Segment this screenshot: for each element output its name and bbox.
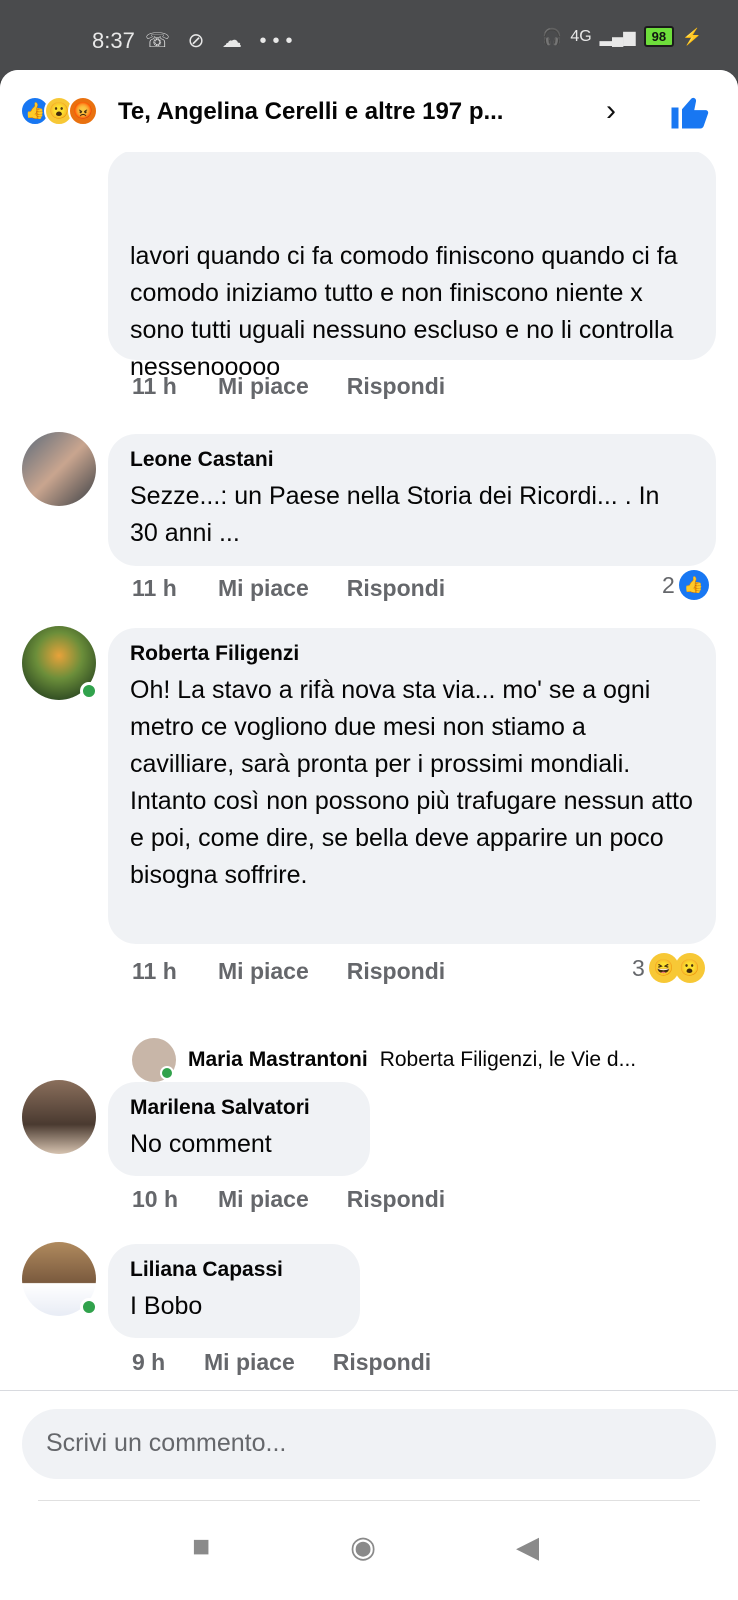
comment-author[interactable]: Liliana Capassi — [130, 1258, 338, 1282]
comment-time: 10 h — [132, 1186, 179, 1212]
comment-bubble[interactable]: Marilena Salvatori No comment — [108, 1082, 370, 1176]
reply-link[interactable]: Rispondi — [347, 1186, 445, 1213]
comment-bubble[interactable]: lavori quando ci fa comodo finiscono qua… — [108, 150, 716, 381]
divider — [38, 1500, 700, 1501]
reaction-number: 2 — [662, 571, 675, 598]
reply-avatar — [132, 1038, 176, 1082]
reply-link[interactable]: Rispondi — [333, 1349, 431, 1376]
wow-reaction-icon: 😮 — [674, 953, 705, 983]
like-link[interactable]: Mi piace — [218, 958, 309, 985]
angry-reaction-icon: 😡 — [68, 96, 98, 126]
battery-icon: 98 — [643, 26, 675, 47]
comment-text: No comment — [130, 1130, 272, 1158]
back-triangle-icon[interactable]: ◀ — [516, 1530, 539, 1565]
reply-author: Maria Mastrantoni — [188, 1048, 368, 1071]
comment-time: 11 h — [132, 373, 177, 399]
comment-author[interactable]: Leone Castani — [130, 448, 694, 472]
reply-preview[interactable]: Maria Mastrantoni Roberta Filigenzi, le … — [132, 1038, 636, 1082]
comment-actions: 9 h Mi piace Rispondi — [132, 1349, 431, 1376]
reply-link[interactable]: Rispondi — [347, 958, 445, 985]
comment-actions: 10 h Mi piace Rispondi — [132, 1186, 445, 1213]
notification-icons: ☏ ⊘ ☁ ••• — [145, 30, 299, 52]
clock: 8:37 — [92, 28, 135, 53]
headphones-icon: 🎧 — [542, 28, 563, 46]
recents-square-icon[interactable]: ■ — [192, 1530, 210, 1564]
comment-text: lavori quando ci fa comodo finiscono qua… — [130, 242, 678, 381]
network-label: 4G — [570, 27, 592, 45]
chevron-right-icon[interactable]: › — [606, 94, 616, 128]
like-reaction-icon: 👍 — [678, 570, 709, 600]
comment-input[interactable]: Scrivi un commento... — [22, 1409, 716, 1479]
avatar[interactable] — [22, 432, 96, 506]
comment-actions: 11 h Mi piace Rispondi — [132, 575, 445, 602]
comment-bubble[interactable]: Leone Castani Sezze...: un Paese nella S… — [108, 434, 716, 566]
reaction-count[interactable]: 3 😆 😮 — [632, 953, 705, 983]
like-link[interactable]: Mi piace — [218, 575, 309, 602]
android-nav-bar: ■ ◉ ◀ — [0, 1500, 738, 1600]
online-indicator — [80, 1298, 98, 1316]
signal-icon: ▂▄▆ — [599, 28, 636, 46]
charging-icon: ⚡ — [682, 28, 702, 46]
comment-text: Oh! La stavo a rifà nova sta via... mo' … — [130, 676, 693, 889]
like-link[interactable]: Mi piace — [204, 1349, 295, 1376]
avatar[interactable] — [22, 1080, 96, 1154]
reactors-title[interactable]: Te, Angelina Cerelli e altre 197 p... — [118, 98, 588, 126]
comment-actions: 11 h Mi piace Rispondi — [132, 373, 445, 400]
comment-time: 9 h — [132, 1349, 166, 1375]
online-indicator — [160, 1066, 174, 1080]
comments-sheet: lavori quando ci fa comodo finiscono qua… — [0, 70, 738, 1600]
reaction-summary[interactable]: 👍 😮 😡 — [20, 96, 98, 126]
comment-actions: 11 h Mi piace Rispondi — [132, 958, 445, 985]
like-link[interactable]: Mi piace — [218, 1186, 309, 1213]
home-circle-icon[interactable]: ◉ — [350, 1530, 376, 1565]
like-thumb-icon[interactable] — [668, 90, 710, 132]
comment-bubble[interactable]: Liliana Capassi I Bobo — [108, 1244, 360, 1338]
comment-text: I Bobo — [130, 1292, 203, 1320]
comment-text: Sezze...: un Paese nella Storia dei Rico… — [130, 482, 660, 547]
reply-link[interactable]: Rispondi — [347, 575, 445, 602]
like-link[interactable]: Mi piace — [218, 373, 309, 400]
reply-link[interactable]: Rispondi — [347, 373, 445, 400]
comment-author[interactable]: Marilena Salvatori — [130, 1096, 348, 1120]
reply-snippet: Roberta Filigenzi, le Vie d... — [379, 1048, 637, 1071]
comment-bubble[interactable]: Roberta Filigenzi Oh! La stavo a rifà no… — [108, 628, 716, 944]
reaction-number: 3 — [632, 954, 645, 981]
status-right: 🎧 4G ▂▄▆ 98 ⚡ — [542, 26, 702, 47]
status-bar: 8:37 ☏ ⊘ ☁ ••• 🎧 4G ▂▄▆ 98 ⚡ — [0, 0, 738, 80]
online-indicator — [80, 682, 98, 700]
composer-area: Scrivi un commento... — [0, 1390, 738, 1500]
sheet-header: 👍 😮 😡 Te, Angelina Cerelli e altre 197 p… — [0, 70, 738, 152]
reaction-count[interactable]: 2 👍 — [662, 570, 709, 600]
comment-time: 11 h — [132, 958, 177, 984]
comment-time: 11 h — [132, 575, 177, 601]
comment-author[interactable]: Roberta Filigenzi — [130, 642, 694, 666]
